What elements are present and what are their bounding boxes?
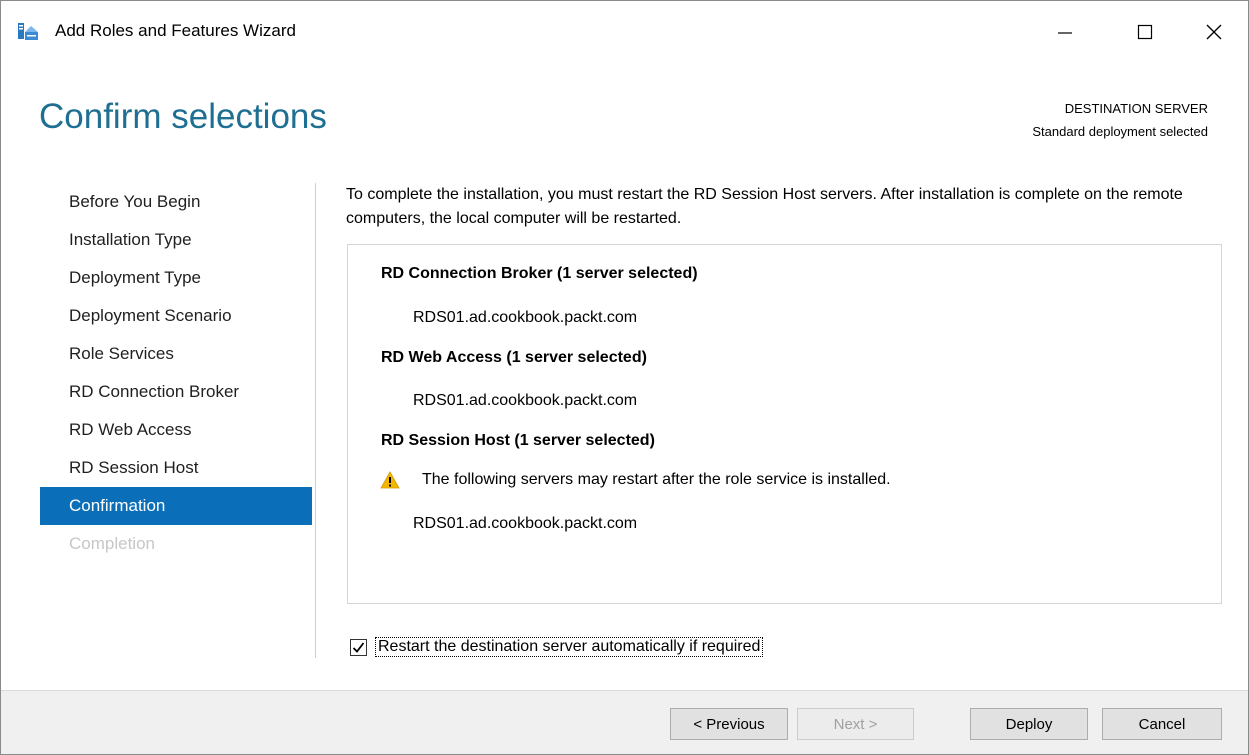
restart-checkbox-row[interactable]: Restart the destination server automatic… bbox=[350, 637, 764, 657]
title-bar: Add Roles and Features Wizard bbox=[1, 1, 1248, 63]
nav-item-rd-connection-broker[interactable]: RD Connection Broker bbox=[40, 373, 312, 411]
server-name-web-access: RDS01.ad.cookbook.packt.com bbox=[413, 392, 638, 409]
selection-summary[interactable]: RD Connection Broker (1 server selected)… bbox=[347, 244, 1222, 604]
restart-checkbox-label[interactable]: Restart the destination server automatic… bbox=[375, 637, 764, 657]
destination-label: DESTINATION SERVER bbox=[1064, 101, 1208, 116]
restart-warning: The following servers may restart after … bbox=[380, 471, 891, 489]
section-heading-web-access: RD Web Access (1 server selected) bbox=[381, 349, 647, 366]
server-name-session-host: RDS01.ad.cookbook.packt.com bbox=[413, 515, 638, 532]
close-icon bbox=[1206, 24, 1222, 40]
destination-server: DESTINATION SERVER Standard deployment s… bbox=[1032, 97, 1208, 143]
nav-item-confirmation[interactable]: Confirmation bbox=[40, 487, 312, 525]
minimize-icon bbox=[1058, 32, 1072, 34]
intro-text: To complete the installation, you must r… bbox=[346, 186, 1183, 227]
wizard-window: Add Roles and Features Wizard Confirm se… bbox=[0, 0, 1249, 755]
cancel-button[interactable]: Cancel bbox=[1102, 708, 1222, 740]
maximize-button[interactable] bbox=[1122, 9, 1168, 55]
nav-item-rd-session-host[interactable]: RD Session Host bbox=[40, 449, 312, 487]
destination-value: Standard deployment selected bbox=[1032, 124, 1208, 139]
server-name-connection-broker: RDS01.ad.cookbook.packt.com bbox=[413, 309, 638, 326]
nav-item-before-you-begin[interactable]: Before You Begin bbox=[40, 183, 312, 221]
checkmark-icon bbox=[352, 641, 365, 653]
nav-item-installation-type[interactable]: Installation Type bbox=[40, 221, 312, 259]
restart-checkbox[interactable] bbox=[350, 638, 367, 656]
server-manager-icon bbox=[18, 23, 38, 40]
previous-button[interactable]: < Previous bbox=[670, 708, 788, 740]
next-button: Next > bbox=[797, 708, 914, 740]
close-button[interactable] bbox=[1191, 9, 1237, 55]
nav-divider bbox=[315, 183, 316, 658]
nav-item-completion: Completion bbox=[69, 534, 155, 553]
wizard-nav: Before You Begin Installation Type Deplo… bbox=[40, 183, 312, 563]
section-heading-connection-broker: RD Connection Broker (1 server selected) bbox=[381, 265, 698, 282]
nav-item-role-services[interactable]: Role Services bbox=[40, 335, 312, 373]
page-title: Confirm selections bbox=[39, 97, 327, 136]
deploy-button[interactable]: Deploy bbox=[970, 708, 1088, 740]
nav-item-deployment-type[interactable]: Deployment Type bbox=[40, 259, 312, 297]
nav-item-rd-web-access[interactable]: RD Web Access bbox=[40, 411, 312, 449]
window-title: Add Roles and Features Wizard bbox=[55, 21, 296, 40]
warning-text: The following servers may restart after … bbox=[422, 471, 891, 488]
warning-icon bbox=[380, 471, 400, 489]
nav-item-deployment-scenario[interactable]: Deployment Scenario bbox=[40, 297, 312, 335]
maximize-icon bbox=[1137, 24, 1153, 40]
button-bar: < Previous Next > Deploy Cancel bbox=[1, 690, 1248, 754]
section-heading-session-host: RD Session Host (1 server selected) bbox=[381, 432, 655, 449]
minimize-button[interactable] bbox=[1042, 9, 1088, 55]
